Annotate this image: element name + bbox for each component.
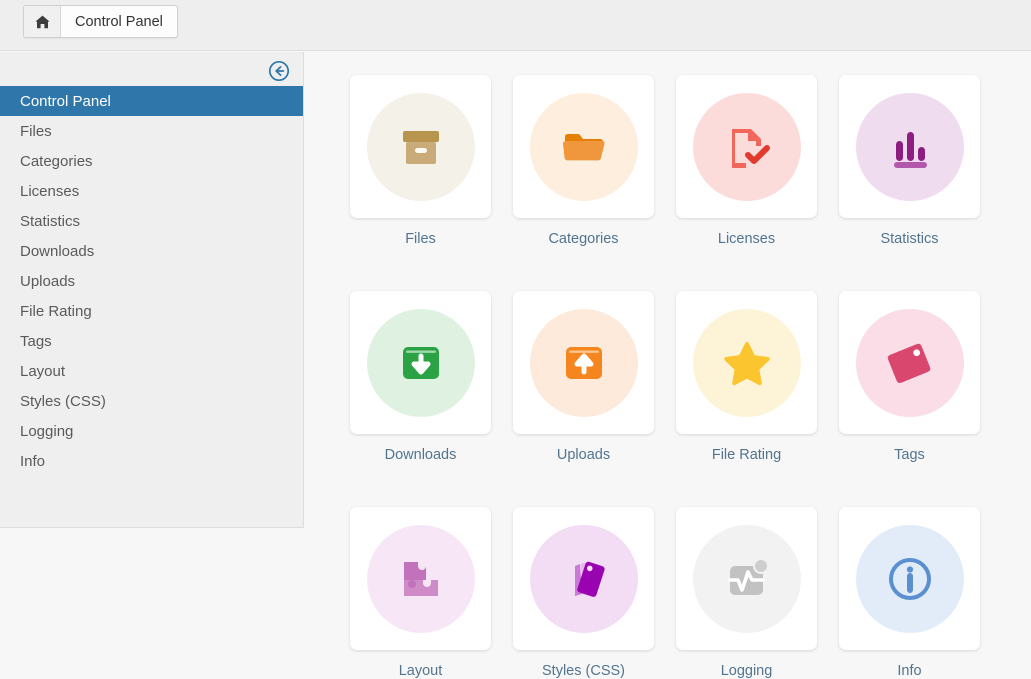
tile-styles-css[interactable]: Styles (CSS): [513, 507, 654, 679]
activity-monitor-icon: [716, 548, 778, 610]
tile-card[interactable]: [839, 507, 980, 650]
tile-card[interactable]: [839, 291, 980, 434]
puzzle-piece-icon: [390, 548, 452, 610]
tile-downloads[interactable]: Downloads: [350, 291, 491, 463]
tile-label: Categories: [548, 231, 619, 247]
tile-card[interactable]: [350, 507, 491, 650]
tile-label: Statistics: [880, 231, 939, 247]
sidebar-item-uploads[interactable]: Uploads: [0, 266, 303, 296]
sidebar-item-label: File Rating: [20, 302, 92, 320]
tile-categories[interactable]: Categories: [513, 75, 654, 247]
home-button[interactable]: [24, 6, 61, 37]
sidebar-item-label: Categories: [20, 152, 93, 170]
tile-licenses[interactable]: Licenses: [676, 75, 817, 247]
sidebar: Control Panel Files Categories Licenses Stat…: [0, 52, 304, 528]
sidebar-item-label: Info: [20, 452, 46, 470]
tile-icon-background: [855, 308, 964, 417]
upload-box-icon: [553, 332, 615, 394]
sidebar-item-label: Layout: [20, 362, 66, 380]
tile-layout[interactable]: Layout: [350, 507, 491, 679]
tile-logging[interactable]: Logging: [676, 507, 817, 679]
sidebar-item-label: Tags: [20, 332, 52, 350]
sidebar-item-licenses[interactable]: Licenses: [0, 176, 303, 206]
tile-tags[interactable]: Tags: [839, 291, 980, 463]
sidebar-item-label: Downloads: [20, 242, 95, 260]
sidebar-item-info[interactable]: Info: [0, 446, 303, 476]
sidebar-item-label: Licenses: [20, 182, 80, 200]
collapse-sidebar-button[interactable]: [268, 60, 290, 82]
sidebar-item-control-panel[interactable]: Control Panel: [0, 86, 303, 116]
tile-label: Layout: [398, 663, 443, 679]
color-swatches-icon: [553, 548, 615, 610]
tile-label: Uploads: [556, 447, 611, 463]
sidebar-nav-list: Control Panel Files Categories Licenses Stat…: [0, 86, 303, 476]
tile-card[interactable]: [350, 291, 491, 434]
sidebar-item-file-rating[interactable]: File Rating: [0, 296, 303, 326]
sidebar-item-downloads[interactable]: Downloads: [0, 236, 303, 266]
control-panel-tile-grid: Files Categories Licenses Statistics Downloa…: [350, 75, 990, 679]
top-toolbar: Control Panel: [0, 0, 1031, 51]
tile-statistics[interactable]: Statistics: [839, 75, 980, 247]
sidebar-item-label: Control Panel: [20, 92, 111, 110]
tile-icon-background: [529, 524, 638, 633]
tile-label: Logging: [720, 663, 773, 679]
tile-file-rating[interactable]: File Rating: [676, 291, 817, 463]
sidebar-item-label: Logging: [20, 422, 74, 440]
star-icon: [716, 332, 778, 394]
sidebar-item-tags[interactable]: Tags: [0, 326, 303, 356]
tile-info[interactable]: Info: [839, 507, 980, 679]
archive-box-icon: [390, 116, 452, 178]
sidebar-header: [0, 52, 303, 86]
tile-card[interactable]: [676, 507, 817, 650]
tile-card[interactable]: [350, 75, 491, 218]
sidebar-item-files[interactable]: Files: [0, 116, 303, 146]
tile-label: Tags: [894, 447, 925, 463]
breadcrumb: Control Panel: [23, 5, 178, 38]
sidebar-item-label: Styles (CSS): [20, 392, 106, 410]
tile-label: Files: [405, 231, 436, 247]
tile-icon-background: [529, 308, 638, 417]
sidebar-item-layout[interactable]: Layout: [0, 356, 303, 386]
tile-card[interactable]: [676, 75, 817, 218]
sidebar-item-label: Statistics: [20, 212, 81, 230]
tile-icon-background: [855, 92, 964, 201]
tile-card[interactable]: [513, 75, 654, 218]
home-icon: [34, 14, 51, 30]
tile-label: Downloads: [384, 447, 457, 463]
info-circle-icon: [879, 548, 941, 610]
sidebar-item-styles-css[interactable]: Styles (CSS): [0, 386, 303, 416]
tile-card[interactable]: [839, 75, 980, 218]
bar-chart-icon: [879, 116, 941, 178]
sidebar-item-logging[interactable]: Logging: [0, 416, 303, 446]
sidebar-item-categories[interactable]: Categories: [0, 146, 303, 176]
tile-icon-background: [855, 524, 964, 633]
tile-icon-background: [692, 308, 801, 417]
download-box-icon: [390, 332, 452, 394]
sidebar-item-statistics[interactable]: Statistics: [0, 206, 303, 236]
tile-icon-background: [366, 308, 475, 417]
tile-files[interactable]: Files: [350, 75, 491, 247]
document-check-icon: [716, 116, 778, 178]
tile-icon-background: [692, 524, 801, 633]
tile-card[interactable]: [513, 291, 654, 434]
tile-card[interactable]: [513, 507, 654, 650]
arrow-circle-left-icon: [268, 60, 290, 82]
folder-icon: [553, 116, 615, 178]
breadcrumb-control-panel[interactable]: Control Panel: [61, 6, 177, 37]
tile-label: File Rating: [711, 447, 782, 463]
tile-icon-background: [366, 524, 475, 633]
tile-label: Styles (CSS): [542, 663, 625, 679]
tile-label: Licenses: [717, 231, 776, 247]
tile-card[interactable]: [676, 291, 817, 434]
sidebar-item-label: Uploads: [20, 272, 76, 290]
tile-label: Info: [897, 663, 922, 679]
tile-icon-background: [366, 92, 475, 201]
sidebar-item-label: Files: [20, 122, 52, 140]
tile-icon-background: [692, 92, 801, 201]
tile-uploads[interactable]: Uploads: [513, 291, 654, 463]
tags-icon: [879, 332, 941, 394]
tile-icon-background: [529, 92, 638, 201]
